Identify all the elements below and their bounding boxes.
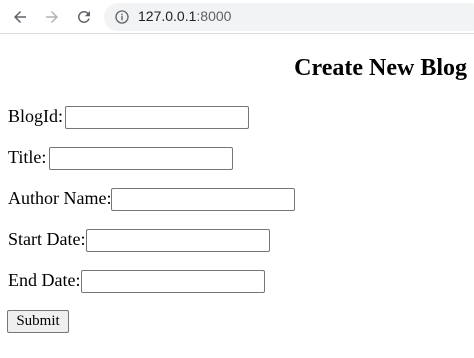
blogid-input[interactable] — [65, 106, 249, 129]
address-bar[interactable]: 127.0.0.1:8000 — [104, 3, 474, 31]
blogid-label: BlogId: — [8, 106, 64, 126]
url-text: 127.0.0.1:8000 — [138, 8, 231, 24]
end-date-label: End Date: — [8, 270, 81, 290]
browser-toolbar: 127.0.0.1:8000 — [0, 0, 474, 34]
arrow-left-icon — [14, 11, 26, 23]
reload-icon — [77, 10, 90, 23]
title-label: Title: — [8, 147, 47, 167]
start-date-input[interactable] — [86, 229, 270, 252]
back-button[interactable] — [8, 5, 32, 29]
title-input[interactable] — [49, 147, 233, 170]
arrow-right-icon — [46, 11, 58, 23]
reload-button[interactable] — [72, 5, 96, 29]
start-date-label: Start Date: — [8, 229, 86, 249]
url-port: :8000 — [196, 8, 232, 24]
author-name-input[interactable] — [111, 188, 295, 211]
page-title: Create New Blog — [294, 55, 467, 81]
author-name-label: Author Name: — [8, 188, 112, 208]
forward-button[interactable] — [40, 5, 64, 29]
end-date-input[interactable] — [81, 270, 265, 293]
submit-button[interactable]: Submit — [7, 310, 69, 333]
info-icon[interactable] — [114, 9, 130, 25]
url-host: 127.0.0.1 — [138, 8, 197, 24]
